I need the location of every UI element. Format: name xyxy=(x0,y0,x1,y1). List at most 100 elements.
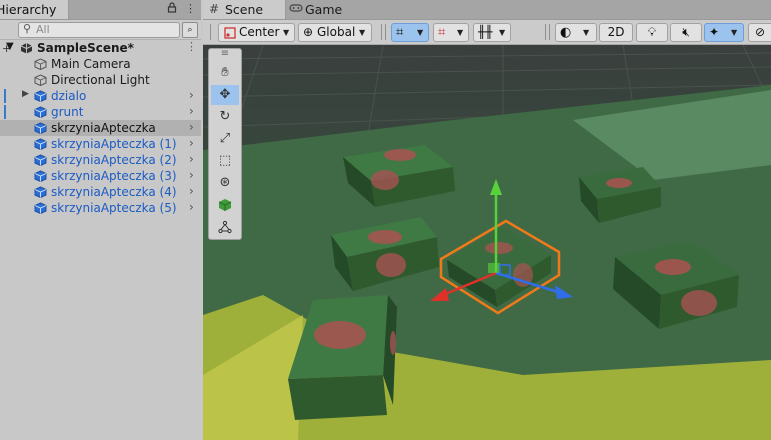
prefab-cube-icon xyxy=(34,202,47,214)
scene-visibility-toggle[interactable]: ⊘ xyxy=(748,23,771,42)
hierarchy-item[interactable]: skrzyniaApteczka (4) › xyxy=(0,184,201,200)
hierarchy-panel: Hierarchy ⋮ + ⚲ All ⌕ ▼ SampleScene* ⋮ M… xyxy=(0,0,201,440)
chevron-down-icon: ▼ xyxy=(359,28,366,37)
tab-hierarchy[interactable]: Hierarchy xyxy=(0,0,69,19)
increment-snap-toggle[interactable]: ⌗ ▼ xyxy=(433,23,469,42)
gizmo-plane-handle[interactable] xyxy=(488,263,500,273)
hierarchy-item[interactable]: Directional Light xyxy=(0,72,201,88)
prefab-cube-icon xyxy=(34,122,47,134)
modified-indicator xyxy=(4,105,6,119)
pivot-icon xyxy=(224,27,236,39)
tab-game[interactable]: Game xyxy=(287,0,357,19)
chevron-right-icon[interactable]: › xyxy=(189,104,194,118)
unity-scene-icon xyxy=(20,43,33,54)
scene-panel: # Scene Game Center ▼ ⊕ Global ▼ ⌗ ▼ ⌗ ▼… xyxy=(203,0,771,440)
effects-icon: ✦ xyxy=(709,25,720,39)
chevron-right-icon[interactable]: › xyxy=(189,168,194,182)
hierarchy-item[interactable]: ▶ dzialo › xyxy=(0,88,201,104)
lighting-toggle[interactable]: 💡︎ xyxy=(636,23,668,42)
gameobject-cube-icon xyxy=(34,74,47,86)
pivot-label: Center xyxy=(239,25,280,39)
chevron-right-icon[interactable]: › xyxy=(189,184,194,198)
gameobject-cube-icon xyxy=(34,58,47,70)
hierarchy-item-label: dzialo xyxy=(51,89,87,103)
audio-toggle[interactable]: 🔇︎ xyxy=(670,23,702,42)
modified-indicator xyxy=(4,89,6,103)
prefab-cube-icon xyxy=(34,170,47,182)
rotate-tool-icon[interactable]: ↻ xyxy=(211,107,239,127)
hierarchy-item[interactable]: skrzyniaApteczka › xyxy=(0,120,201,136)
toolbar-separator xyxy=(381,24,382,40)
custom-tool-icon[interactable] xyxy=(211,195,239,215)
grid-icon: # xyxy=(209,2,220,16)
grid-lines-icon: ╫╫ xyxy=(478,25,493,39)
chevron-down-icon: ▼ xyxy=(583,28,590,37)
transform-tool-icon[interactable]: ⊛ xyxy=(211,173,239,193)
search-by-type-button[interactable]: ⌕ xyxy=(182,22,198,38)
hierarchy-menu-button[interactable]: ⋮ xyxy=(185,2,196,15)
globe-icon: ⊕ xyxy=(303,25,314,39)
hierarchy-item-label: skrzyniaApteczka xyxy=(51,121,156,135)
chevron-right-icon[interactable]: › xyxy=(189,88,194,102)
shading-icon: ◐ xyxy=(560,25,572,40)
toggle-2d-button[interactable]: 2D xyxy=(599,23,633,42)
toolbar-grip xyxy=(210,24,211,40)
move-tool-icon[interactable]: ✥ xyxy=(211,85,239,105)
hierarchy-tab-label: Hierarchy xyxy=(0,2,57,17)
hierarchy-item[interactable]: grunt › xyxy=(0,104,201,120)
scale-tool-icon[interactable]: ⤢ xyxy=(211,129,239,149)
chevron-down-icon: ▼ xyxy=(499,28,506,37)
hierarchy-item[interactable]: skrzyniaApteczka (3) › xyxy=(0,168,201,184)
expand-arrow-icon[interactable]: ▶ xyxy=(22,89,29,99)
chevron-right-icon[interactable]: › xyxy=(189,136,194,150)
rect-tool-icon[interactable]: ⬚ xyxy=(211,151,239,171)
hierarchy-item-label: skrzyniaApteczka (3) xyxy=(51,169,177,183)
hierarchy-item[interactable]: skrzyniaApteczka (5) › xyxy=(0,200,201,216)
grid-snap-icon: ⌗ xyxy=(396,25,404,40)
space-mode-dropdown[interactable]: ⊕ Global ▼ xyxy=(298,23,372,42)
chevron-down-icon: ▼ xyxy=(283,28,290,37)
chevron-right-icon[interactable]: › xyxy=(189,200,194,214)
bone-tool-icon[interactable] xyxy=(211,217,239,237)
hierarchy-item[interactable]: skrzyniaApteczka (1) › xyxy=(0,136,201,152)
prefab-cube-icon xyxy=(34,106,47,118)
hierarchy-item-label: skrzyniaApteczka (1) xyxy=(51,137,177,151)
hierarchy-search-bar: + ⚲ All ⌕ xyxy=(0,20,201,55)
prefab-cube-icon xyxy=(34,186,47,198)
scene-menu-icon[interactable]: ⋮ xyxy=(186,40,197,53)
tab-scene-label: Scene xyxy=(225,2,264,17)
toolbar-separator xyxy=(545,24,546,40)
lock-icon[interactable] xyxy=(167,2,177,16)
grid-snap-toggle[interactable]: ⌗ ▼ xyxy=(391,23,429,42)
prefab-cube-icon xyxy=(34,154,47,166)
scene-name: SampleScene* xyxy=(37,41,134,55)
prefab-cube-icon xyxy=(34,138,47,150)
hierarchy-item-label: skrzyniaApteczka (2) xyxy=(51,153,177,167)
chevron-down-icon: ▼ xyxy=(457,28,464,37)
hierarchy-item-label: Directional Light xyxy=(51,73,150,87)
space-label: Global xyxy=(317,25,356,39)
tab-scene[interactable]: # Scene xyxy=(203,0,286,19)
increment-snap-icon: ⌗ xyxy=(438,25,446,40)
palette-grip[interactable]: ≡ xyxy=(211,49,239,59)
hierarchy-item[interactable]: skrzyniaApteczka (2) › xyxy=(0,152,201,168)
grid-visibility-toggle[interactable]: ╫╫ ▼ xyxy=(473,23,511,42)
scene-tabbar: # Scene Game xyxy=(203,0,771,20)
scene-root-row[interactable]: ▼ SampleScene* ⋮ xyxy=(0,40,201,56)
effects-toggle[interactable]: ✦ ▼ xyxy=(704,23,744,42)
gamepad-icon xyxy=(289,0,303,19)
hierarchy-item[interactable]: Main Camera xyxy=(0,56,201,72)
pivot-mode-dropdown[interactable]: Center ▼ xyxy=(218,23,295,42)
search-input[interactable]: ⚲ All xyxy=(18,22,180,38)
search-icon: ⚲ xyxy=(23,22,32,35)
scene-viewport[interactable]: ≡ ✋︎ ✥ ↻ ⤢ ⬚ ⊛ xyxy=(203,45,771,440)
prefab-cube-icon xyxy=(34,90,47,102)
draw-mode-dropdown[interactable]: ◐ ▼ xyxy=(555,23,597,42)
expand-arrow-icon[interactable]: ▼ xyxy=(6,41,14,52)
light-bulb-icon: 💡︎ xyxy=(647,25,657,39)
chevron-right-icon[interactable]: › xyxy=(189,120,194,134)
chevron-right-icon[interactable]: › xyxy=(189,152,194,166)
toolbar-separator xyxy=(385,24,386,40)
hand-tool-icon[interactable]: ✋︎ xyxy=(211,63,239,83)
hierarchy-item-label: Main Camera xyxy=(51,57,131,71)
